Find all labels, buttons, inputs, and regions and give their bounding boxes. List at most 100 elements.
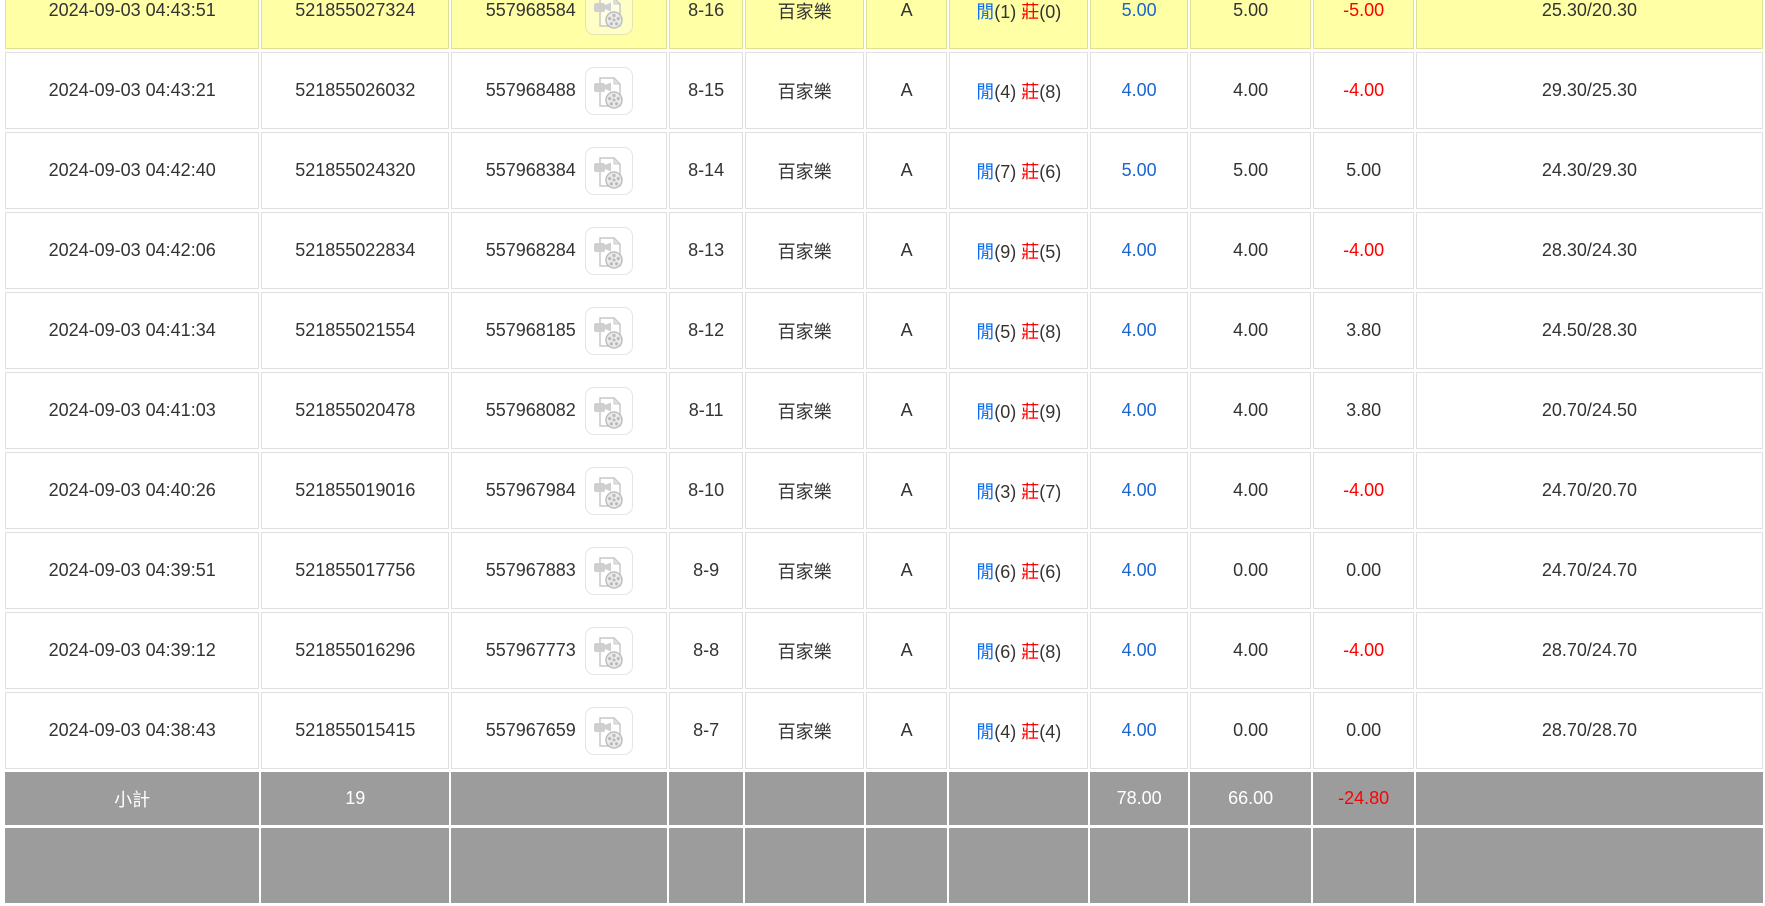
bet-time-cell: 2024-09-03 04:43:51 — [5, 0, 259, 49]
table-name-cell: A — [866, 212, 947, 289]
banker-label: 莊 — [1021, 482, 1039, 502]
player-label: 閒 — [976, 642, 994, 662]
win-loss-cell: -4.00 — [1313, 52, 1413, 129]
video-file-icon — [588, 70, 630, 114]
bet-record-row[interactable]: 2024-09-03 04:39:12521855016296557967773… — [5, 612, 1763, 689]
video-file-icon — [588, 550, 630, 594]
balance-cell: 28.30/24.30 — [1416, 212, 1763, 289]
bet-amount-cell: 4.00 — [1190, 612, 1312, 689]
bet-amount-cell: 4.00 — [1190, 292, 1312, 369]
result-cell: 閒(3) 莊(7) — [949, 452, 1088, 529]
bet-time-cell: 2024-09-03 04:39:51 — [5, 532, 259, 609]
round-id: 557968584 — [486, 0, 576, 19]
total-cell — [949, 828, 1088, 903]
bet-time-cell: 2024-09-03 04:38:43 — [5, 692, 259, 769]
balance-cell: 28.70/28.70 — [1416, 692, 1763, 769]
subtotal-win-loss: -24.80 — [1313, 772, 1413, 825]
round-id-cell: 557968584 — [451, 0, 667, 49]
shoe-round-cell: 8-12 — [669, 292, 743, 369]
video-replay-button[interactable] — [585, 147, 633, 195]
game-type-cell: 百家樂 — [745, 612, 864, 689]
banker-label: 莊 — [1021, 2, 1039, 22]
balance-cell: 24.70/20.70 — [1416, 452, 1763, 529]
result-cell: 閒(6) 莊(6) — [949, 532, 1088, 609]
video-replay-button[interactable] — [585, 227, 633, 275]
game-type-cell: 百家樂 — [745, 372, 864, 449]
order-id-cell: 521855017756 — [261, 532, 449, 609]
banker-label: 莊 — [1021, 322, 1039, 342]
round-id-cell: 557968488 — [451, 52, 667, 129]
subtotal-empty-cell — [949, 772, 1088, 825]
banker-label: 莊 — [1021, 642, 1039, 662]
bet-record-row[interactable]: 2024-09-03 04:41:34521855021554557968185… — [5, 292, 1763, 369]
bet-amount-cell: 4.00 — [1190, 212, 1312, 289]
video-file-icon — [588, 150, 630, 194]
bet-record-row[interactable]: 2024-09-03 04:42:40521855024320557968384… — [5, 132, 1763, 209]
order-id-cell: 521855019016 — [261, 452, 449, 529]
subtotal-bet-amount: 66.00 — [1190, 772, 1312, 825]
table-name-cell: A — [866, 0, 947, 49]
valid-bet-cell: 4.00 — [1090, 532, 1187, 609]
balance-cell: 24.70/24.70 — [1416, 532, 1763, 609]
table-name-cell: A — [866, 612, 947, 689]
player-label: 閒 — [976, 242, 994, 262]
balance-cell: 24.30/29.30 — [1416, 132, 1763, 209]
grand-total-row — [5, 828, 1763, 903]
player-label: 閒 — [976, 162, 994, 182]
win-loss-cell: 0.00 — [1313, 692, 1413, 769]
video-replay-button[interactable] — [585, 707, 633, 755]
shoe-round-cell: 8-7 — [669, 692, 743, 769]
subtotal-empty-cell — [745, 772, 864, 825]
shoe-round-cell: 8-15 — [669, 52, 743, 129]
order-id-cell: 521855020478 — [261, 372, 449, 449]
bet-time-cell: 2024-09-03 04:39:12 — [5, 612, 259, 689]
table-name-cell: A — [866, 292, 947, 369]
video-file-icon — [588, 470, 630, 514]
bet-record-row[interactable]: 2024-09-03 04:40:26521855019016557967984… — [5, 452, 1763, 529]
bet-record-row[interactable]: 2024-09-03 04:41:03521855020478557968082… — [5, 372, 1763, 449]
video-replay-button[interactable] — [585, 0, 633, 35]
video-replay-button[interactable] — [585, 467, 633, 515]
video-replay-button[interactable] — [585, 307, 633, 355]
video-replay-button[interactable] — [585, 67, 633, 115]
subtotal-count: 19 — [261, 772, 449, 825]
bet-time-cell: 2024-09-03 04:42:06 — [5, 212, 259, 289]
round-id-cell: 557967984 — [451, 452, 667, 529]
bet-record-row[interactable]: 2024-09-03 04:43:21521855026032557968488… — [5, 52, 1763, 129]
video-replay-button[interactable] — [585, 547, 633, 595]
bet-history-table: 2024-09-03 04:43:51521855027324 557968584… — [3, 0, 1765, 906]
round-id-cell: 557967883 — [451, 532, 667, 609]
round-id: 557968384 — [486, 159, 576, 179]
shoe-round-cell: 8-9 — [669, 532, 743, 609]
shoe-round-cell: 8-13 — [669, 212, 743, 289]
total-cell — [866, 828, 947, 903]
order-id-cell: 521855027324 — [261, 0, 449, 49]
win-loss-cell: 5.00 — [1313, 132, 1413, 209]
video-file-icon — [588, 0, 630, 34]
player-label: 閒 — [976, 2, 994, 22]
bet-record-row[interactable]: 2024-09-03 04:39:51521855017756557967883… — [5, 532, 1763, 609]
bet-record-row[interactable]: 2024-09-03 04:42:06521855022834557968284… — [5, 212, 1763, 289]
round-id: 557968082 — [486, 399, 576, 419]
bet-record-row[interactable]: 2024-09-03 04:43:51521855027324 557968584… — [5, 0, 1763, 49]
subtotal-valid-bet: 78.00 — [1090, 772, 1187, 825]
bet-record-row[interactable]: 2024-09-03 04:38:43521855015415557967659… — [5, 692, 1763, 769]
balance-cell: 20.70/24.50 — [1416, 372, 1763, 449]
round-id-cell: 557968284 — [451, 212, 667, 289]
bet-amount-cell: 4.00 — [1190, 52, 1312, 129]
shoe-round-cell: 8-14 — [669, 132, 743, 209]
valid-bet-cell: 4.00 — [1090, 292, 1187, 369]
bet-amount-cell: 5.00 — [1190, 132, 1312, 209]
banker-label: 莊 — [1021, 722, 1039, 742]
video-replay-button[interactable] — [585, 387, 633, 435]
game-type-cell: 百家樂 — [745, 452, 864, 529]
video-replay-button[interactable] — [585, 627, 633, 675]
banker-label: 莊 — [1021, 402, 1039, 422]
win-loss-cell: -4.00 — [1313, 452, 1413, 529]
banker-label: 莊 — [1021, 562, 1039, 582]
bet-time-cell: 2024-09-03 04:42:40 — [5, 132, 259, 209]
result-cell: 閒(9) 莊(5) — [949, 212, 1088, 289]
total-cell — [5, 828, 259, 903]
table-name-cell: A — [866, 692, 947, 769]
table-name-cell: A — [866, 372, 947, 449]
